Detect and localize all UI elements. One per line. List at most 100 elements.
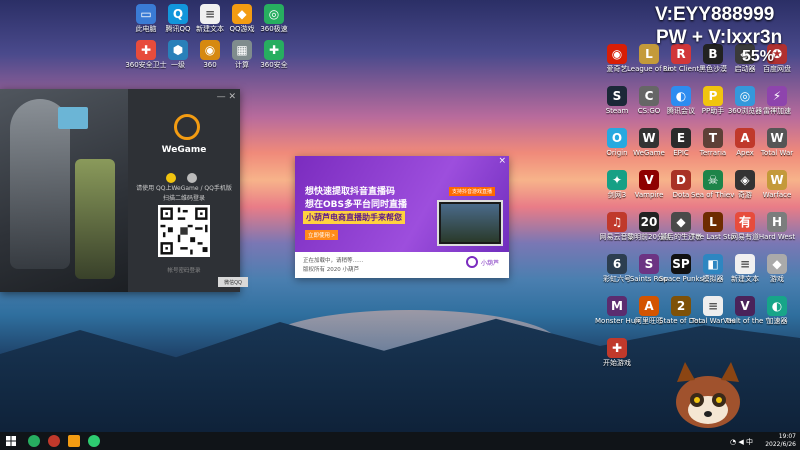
calc-icon: ▦ [232,40,252,60]
shortcut-label: 开始游戏 [603,359,631,367]
app-icon: A [639,296,659,316]
game-icon: ✦ [607,170,627,190]
qq-login-icon[interactable] [166,173,176,183]
game-icon: ≡ [703,296,723,316]
desktop-shortcut[interactable]: ✚ 开始游戏 [595,338,639,376]
game-icon: V [735,296,755,316]
desktop-shortcut[interactable]: W Total War [755,128,799,166]
ime-icon[interactable]: 中 [746,438,753,446]
overlay-percent: 55% [742,48,775,65]
desktop-shortcut[interactable]: H Hard West [755,212,799,250]
taskbar-wegame-icon[interactable] [68,435,80,447]
game-icon: S [639,254,659,274]
game-icon: 2 [671,296,691,316]
taskbar-app-icon[interactable] [88,435,100,447]
shortcut-label: 百度网盘 [763,65,791,73]
desktop-shortcut[interactable]: ◎ 360极速 [252,4,296,42]
overlay-contact-2: PW + V:lxxr3n [656,27,783,48]
game-icon: W [767,128,787,148]
ad-brand-name: 小葫芦 [481,260,500,267]
game-icon: A [735,128,755,148]
wegame-window[interactable]: — ✕ WeGame 请使用 QQ上WeGame / QQ手机版 扫描二维码登录 [0,89,248,292]
qr-code [158,205,210,257]
close-icon[interactable]: ✕ [228,92,236,102]
wegame-icon: W [639,128,659,148]
folder-icon: ◉ [200,40,220,60]
desktop-shortcut[interactable]: ✚ 360安全 [252,40,296,78]
game-icon: M [607,296,627,316]
wegame-brand: WeGame [161,145,207,155]
wegame-logo-icon [174,114,200,140]
game-card-image [58,107,88,129]
desktop-shortcut[interactable]: W Warface [755,170,799,208]
ad-popup[interactable]: × 想快速提取抖音直播码 想在OBS多平台同时直播 小葫芦电商直播助手来帮您 立… [295,156,509,278]
clock-time: 19:07 [778,433,796,440]
loading-text: 正在加载中，请稍等…… [303,258,364,264]
dota-icon: D [671,170,691,190]
game-icon: T [703,128,723,148]
taskbar-clock[interactable]: 19:07 2022/6/26 [765,433,796,449]
desktop-shortcut[interactable]: ◆ 游戏 [755,254,799,292]
ad-headline-3: 小葫芦电商直播助手来帮您 [303,211,405,224]
csgo-icon: C [639,86,659,106]
game-icon: ✚ [607,338,627,358]
dict-icon: 有 [735,212,755,232]
minimize-icon[interactable]: — [217,92,226,102]
ad-banner: × 想快速提取抖音直播码 想在OBS多平台同时直播 小葫芦电商直播助手来帮您 立… [295,156,509,252]
wegame-game-art [0,89,128,292]
login-hint-2: 扫描二维码登录 [162,195,205,202]
shield-icon: ✚ [264,40,284,60]
game-icon: SP [671,254,691,274]
window-controls: — ✕ [217,92,236,102]
ad-headline-2: 想在OBS多平台同时直播 [305,200,407,210]
ad-headline-1: 想快速提取抖音直播码 [305,187,396,197]
booster-icon: ⚡ [767,86,787,106]
game-icon: H [767,212,787,232]
volume-icon[interactable]: ◀ [738,438,743,446]
copyright-text: 版权所有 2020 小葫芦 [303,267,359,273]
login-hint: 请使用 QQ上WeGame / QQ手机版 [136,185,232,192]
computer-icon: ▭ [136,4,156,24]
game-icon: ◈ [735,170,755,190]
document-icon: ≡ [735,254,755,274]
desktop-shortcut[interactable]: ⚡ 雷神加速 [755,86,799,124]
qqgame-icon: ◆ [232,4,252,24]
browser-icon: ◎ [735,86,755,106]
ad-tag: 支持抖音游戏直播 [449,187,496,196]
use-now-button[interactable]: 立即使用 > [305,230,338,240]
browser-icon: ◎ [264,4,284,24]
gourd-logo-icon [466,256,478,268]
game-icon: 20 [639,212,659,232]
shortcut-label: 雷神加速 [763,107,791,115]
document-icon: ≡ [200,4,220,24]
shortcut-label: Total War [760,149,794,157]
game-icon: ◆ [767,254,787,274]
wechat-qq-button[interactable]: 微信QQ [218,277,248,287]
shortcut-label: 360安全 [260,61,288,69]
desktop[interactable]: ▭ 此电脑 Q 腾讯QQ ≡ 新建文本 ◆ QQ游戏 ◎ 360极速 ✚ 360安全卫士 ⬢ 一级 ◉ 360… [0,0,800,450]
qq-icon: Q [168,4,188,24]
meeting-icon: ◐ [671,86,691,106]
taskbar-netease-icon[interactable] [48,435,60,447]
taskbar: ◔ ◀ 中 19:07 2022/6/26 [0,432,800,450]
music-icon: ♫ [607,212,627,232]
windows-start-icon[interactable] [6,436,16,446]
ad-close-icon[interactable]: × [498,156,506,166]
wechat-login-icon[interactable] [187,173,198,183]
game-icon: L [703,212,723,232]
shortcut-label: 360极速 [260,25,288,33]
desktop-shortcut[interactable]: ◐ 加速器 [755,296,799,334]
shortcut-label: 加速器 [766,317,788,325]
epic-icon: E [671,128,691,148]
wegame-login-panel: — ✕ WeGame 请使用 QQ上WeGame / QQ手机版 扫描二维码登录 [128,89,248,292]
shortcut-label: Warface [762,191,792,199]
network-icon[interactable]: ◔ [730,438,736,446]
security-icon: ✚ [136,40,156,60]
taskbar-360-icon[interactable] [28,435,40,447]
password-login-link[interactable]: 帐号密码登录 [128,266,240,274]
game-icon: 6 [607,254,627,274]
system-tray-icons[interactable]: ◔ ◀ 中 [730,437,753,447]
login-methods [166,168,202,183]
game-icon: ◧ [703,254,723,274]
booster-icon: ◐ [767,296,787,316]
